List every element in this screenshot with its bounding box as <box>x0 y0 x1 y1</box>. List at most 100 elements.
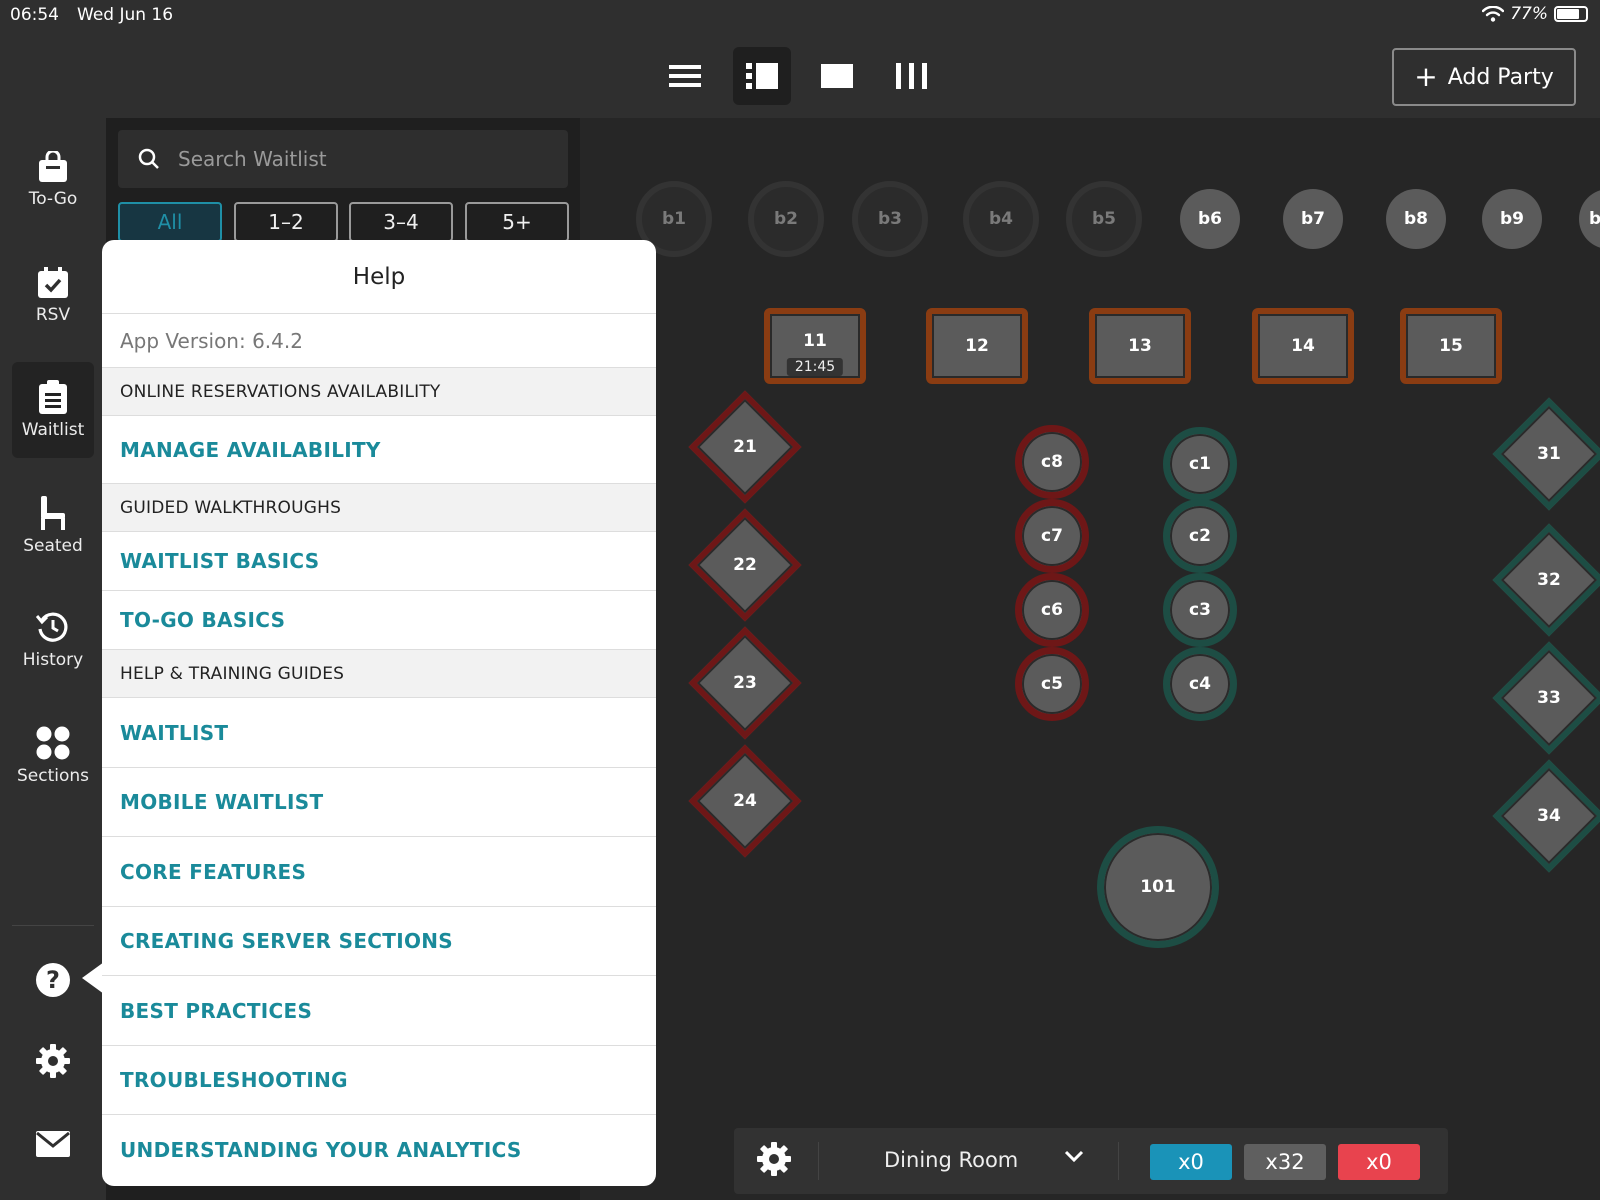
list-view-icon <box>669 65 701 87</box>
table-b3[interactable]: b3 <box>852 181 928 257</box>
table-15[interactable]: 15 <box>1400 308 1502 384</box>
table-23[interactable]: 23 <box>688 626 802 740</box>
help-link-creating-server-sections[interactable]: CREATING SERVER SECTIONS <box>102 907 656 976</box>
shopping-bag-icon <box>39 151 67 182</box>
count-badge-blue[interactable]: x0 <box>1150 1144 1232 1180</box>
help-button[interactable]: ? <box>33 960 73 1000</box>
rail-item-waitlist[interactable]: Waitlist <box>12 362 94 458</box>
help-link-understanding-analytics[interactable]: UNDERSTANDING YOUR ANALYTICS <box>102 1115 656 1185</box>
table-c8[interactable]: c8 <box>1015 425 1089 499</box>
status-right: 77% <box>1482 4 1588 24</box>
rail-label: Seated <box>23 536 83 556</box>
table-21[interactable]: 21 <box>688 390 802 504</box>
table-c6[interactable]: c6 <box>1015 573 1089 647</box>
table-label: 31 <box>1537 444 1561 464</box>
gear-icon <box>36 1044 70 1078</box>
table-b5[interactable]: b5 <box>1066 181 1142 257</box>
rail-label: RSV <box>35 305 71 325</box>
settings-button[interactable] <box>33 1041 73 1081</box>
table-label: 32 <box>1537 570 1561 590</box>
help-icon: ? <box>36 963 70 997</box>
table-label: 22 <box>733 555 757 575</box>
table-13[interactable]: 13 <box>1089 308 1191 384</box>
filter-1-2[interactable]: 1–2 <box>234 202 338 242</box>
split-view-button[interactable] <box>733 47 791 105</box>
help-title: Help <box>102 240 656 314</box>
filter-3-4[interactable]: 3–4 <box>349 202 453 242</box>
table-b7[interactable]: b7 <box>1283 189 1343 249</box>
count-badge-gray[interactable]: x32 <box>1244 1144 1326 1180</box>
search-waitlist[interactable]: Search Waitlist <box>118 130 568 188</box>
table-b2[interactable]: b2 <box>748 181 824 257</box>
search-placeholder: Search Waitlist <box>178 147 327 171</box>
table-101[interactable]: 101 <box>1097 826 1219 948</box>
table-label: 23 <box>733 673 757 693</box>
search-icon <box>138 148 159 169</box>
rail-label: History <box>22 650 84 670</box>
table-14[interactable]: 14 <box>1252 308 1354 384</box>
help-link-mobile-waitlist[interactable]: MOBILE WAITLIST <box>102 768 656 837</box>
columns-view-button[interactable] <box>883 47 941 105</box>
top-bar: + Add Party <box>0 30 1600 118</box>
add-party-button[interactable]: + Add Party <box>1392 48 1576 106</box>
table-c3[interactable]: c3 <box>1163 573 1237 647</box>
app-version: App Version: 6.4.2 <box>102 314 656 368</box>
filter-all[interactable]: All <box>118 202 222 242</box>
table-b10[interactable]: b <box>1579 189 1600 249</box>
rail-label: Waitlist <box>21 420 85 440</box>
table-label: 34 <box>1537 806 1561 826</box>
table-c7[interactable]: c7 <box>1015 499 1089 573</box>
help-link-best-practices[interactable]: BEST PRACTICES <box>102 976 656 1046</box>
count-badge-red[interactable]: x0 <box>1338 1144 1420 1180</box>
rail-item-seated[interactable]: Seated <box>12 478 94 574</box>
table-b9[interactable]: b9 <box>1482 189 1542 249</box>
table-22[interactable]: 22 <box>688 508 802 622</box>
table-11[interactable]: 11 21:45 <box>764 308 866 384</box>
sections-icon <box>36 726 70 760</box>
rail-item-to-go[interactable]: To-Go <box>12 132 94 228</box>
status-time: 06:54 <box>10 5 59 25</box>
table-33[interactable]: 33 <box>1492 641 1600 755</box>
rail-item-history[interactable]: History <box>12 592 94 688</box>
table-c2[interactable]: c2 <box>1163 499 1237 573</box>
mail-button[interactable] <box>33 1124 73 1164</box>
table-31[interactable]: 31 <box>1492 397 1600 511</box>
table-b8[interactable]: b8 <box>1386 189 1446 249</box>
chevron-down-icon[interactable] <box>1064 1150 1084 1164</box>
divider <box>1118 1142 1119 1180</box>
table-b6[interactable]: b6 <box>1180 189 1240 249</box>
table-c5[interactable]: c5 <box>1015 647 1089 721</box>
help-popover: Help App Version: 6.4.2 ONLINE RESERVATI… <box>102 240 656 1186</box>
floor-view-button[interactable] <box>808 47 866 105</box>
columns-view-icon <box>896 63 927 89</box>
table-c4[interactable]: c4 <box>1163 647 1237 721</box>
table-b4[interactable]: b4 <box>963 181 1039 257</box>
list-view-button[interactable] <box>656 47 714 105</box>
history-icon <box>36 612 68 642</box>
calendar-check-icon <box>38 267 68 298</box>
help-link-waitlist[interactable]: WAITLIST <box>102 698 656 768</box>
floor-plan: b1 b2 b3 b4 b5 b6 b7 b8 b9 b 11 21:45 12… <box>580 118 1600 1200</box>
table-c1[interactable]: c1 <box>1163 427 1237 501</box>
table-24[interactable]: 24 <box>688 744 802 858</box>
filter-5-plus[interactable]: 5+ <box>465 202 569 242</box>
status-date: Wed Jun 16 <box>77 5 174 25</box>
help-link-troubleshooting[interactable]: TROUBLESHOOTING <box>102 1046 656 1115</box>
room-selector[interactable]: Dining Room <box>884 1148 1018 1172</box>
table-label: 11 <box>803 331 827 351</box>
help-link-manage-availability[interactable]: MANAGE AVAILABILITY <box>102 416 656 484</box>
svg-text:?: ? <box>46 966 60 994</box>
table-12[interactable]: 12 <box>926 308 1028 384</box>
help-link-core-features[interactable]: CORE FEATURES <box>102 837 656 907</box>
help-link-to-go-basics[interactable]: TO-GO BASICS <box>102 591 656 650</box>
rail-item-sections[interactable]: Sections <box>12 708 94 804</box>
rail-item-rsv[interactable]: RSV <box>12 248 94 344</box>
rail-divider <box>12 925 94 926</box>
room-settings-button[interactable] <box>756 1141 792 1181</box>
table-32[interactable]: 32 <box>1492 523 1600 637</box>
help-link-waitlist-basics[interactable]: WAITLIST BASICS <box>102 532 656 591</box>
table-34[interactable]: 34 <box>1492 759 1600 873</box>
battery-percent: 77% <box>1510 4 1548 24</box>
help-popover-arrow <box>82 962 104 994</box>
help-section-heading: GUIDED WALKTHROUGHS <box>102 484 656 532</box>
